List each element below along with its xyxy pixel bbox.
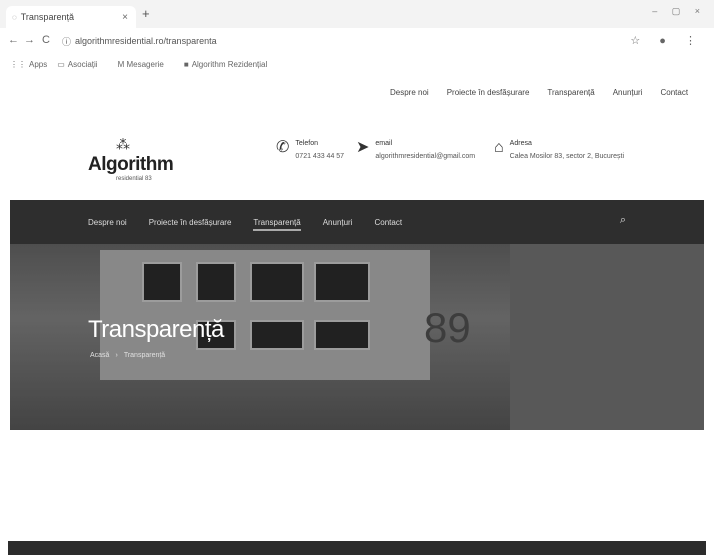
breadcrumb: Acasă › Transparență	[90, 352, 165, 359]
phone-info: ✆ Telefon 0721 433 44 57	[276, 139, 345, 161]
reload-icon[interactable]: C	[42, 34, 50, 46]
topmenu-transparenta[interactable]: Transparență	[547, 88, 594, 97]
lock-icon: ⓘ	[62, 36, 72, 47]
send-icon: ➤	[356, 139, 370, 156]
new-tab-button[interactable]: +	[142, 6, 150, 21]
apps-grid-icon: ⋮⋮	[10, 59, 26, 69]
main-nav: Despre noi Proiecte în desfășurare Trans…	[10, 200, 704, 244]
breadcrumb-current: Transparență	[123, 352, 166, 359]
address-label: Adresa	[509, 140, 532, 147]
bookmark-apps[interactable]: ⋮⋮ Apps	[10, 60, 47, 69]
close-tab-icon[interactable]: ×	[122, 12, 128, 23]
email-label: email	[375, 140, 393, 147]
address-bar: ← → C ⓘ algorithmresidential.ro/transpar…	[0, 28, 714, 55]
bookmarks-bar: ⋮⋮ Apps ▭ Asociații M Mesagerie ■ Algorithm…	[0, 54, 714, 74]
search-icon[interactable]: ⌕	[620, 214, 626, 227]
breadcrumb-home[interactable]: Acasă	[90, 352, 109, 359]
browser-tab-strip: ◌ Transparență × + – ▢ ×	[0, 0, 714, 28]
folder-icon: ▭	[57, 59, 65, 69]
nav-anunturi[interactable]: Anunțuri	[323, 218, 353, 231]
bookmark-asociatii[interactable]: ▭ Asociații	[57, 60, 97, 69]
nav-contact[interactable]: Contact	[375, 218, 403, 231]
phone-icon: ✆	[276, 139, 290, 156]
forward-arrow-icon[interactable]: →	[24, 34, 35, 46]
site-logo[interactable]: ⁂ Algorithm residential 83	[88, 136, 178, 186]
back-arrow-icon[interactable]: ←	[8, 34, 19, 46]
url-field[interactable]: ⓘ algorithmresidential.ro/transparenta	[62, 32, 622, 50]
browser-tab[interactable]: ◌ Transparență ×	[6, 6, 136, 28]
top-menu: Despre noi Proiecte în desfășurare Trans…	[390, 88, 688, 97]
phone-value: 0721 433 44 57	[295, 153, 345, 160]
page-title: Transparență	[88, 316, 224, 343]
logo-subtext: residential 83	[116, 176, 152, 182]
tab-title: Transparență	[20, 12, 74, 22]
logo-mark-icon: ⁂	[116, 136, 130, 152]
logo-text: Algorithm	[88, 154, 174, 175]
bookmark-favicon-icon: ■	[183, 59, 189, 69]
topmenu-anunturi[interactable]: Anunțuri	[613, 88, 643, 97]
extensions-icons[interactable]: ☆ ● ⋮	[630, 34, 704, 47]
email-value: algorithmresidential@gmail.com	[375, 153, 476, 160]
url-text: algorithmresidential.ro/transparenta	[75, 36, 217, 46]
topmenu-proiecte[interactable]: Proiecte în desfășurare	[447, 88, 530, 97]
nav-transparenta[interactable]: Transparență	[253, 218, 301, 231]
address-info: ⌂ Adresa Calea Mosilor 83, sector 2, Buc…	[494, 139, 625, 161]
topmenu-despre[interactable]: Despre noi	[390, 88, 429, 97]
address-value: Calea Mosilor 83, sector 2, București	[509, 153, 625, 160]
bookmark-algorithm[interactable]: ■ Algorithm Rezidențial	[184, 60, 267, 69]
nav-proiecte[interactable]: Proiecte în desfășurare	[149, 218, 232, 231]
footer-bar	[8, 541, 706, 555]
hero-banner: 89 Transparență Acasă › Transparență	[10, 244, 704, 430]
home-icon: ⌂	[494, 139, 504, 156]
email-info: ➤ email algorithmresidential@gmail.com	[356, 139, 476, 161]
topmenu-contact[interactable]: Contact	[661, 88, 689, 97]
phone-label: Telefon	[295, 140, 318, 147]
window-controls[interactable]: – ▢ ×	[652, 6, 706, 17]
breadcrumb-separator-icon: ›	[115, 352, 118, 359]
nav-despre[interactable]: Despre noi	[88, 218, 127, 231]
bookmark-mesagerie[interactable]: M Mesagerie	[118, 60, 164, 69]
tab-favicon-icon: ◌	[12, 12, 17, 22]
